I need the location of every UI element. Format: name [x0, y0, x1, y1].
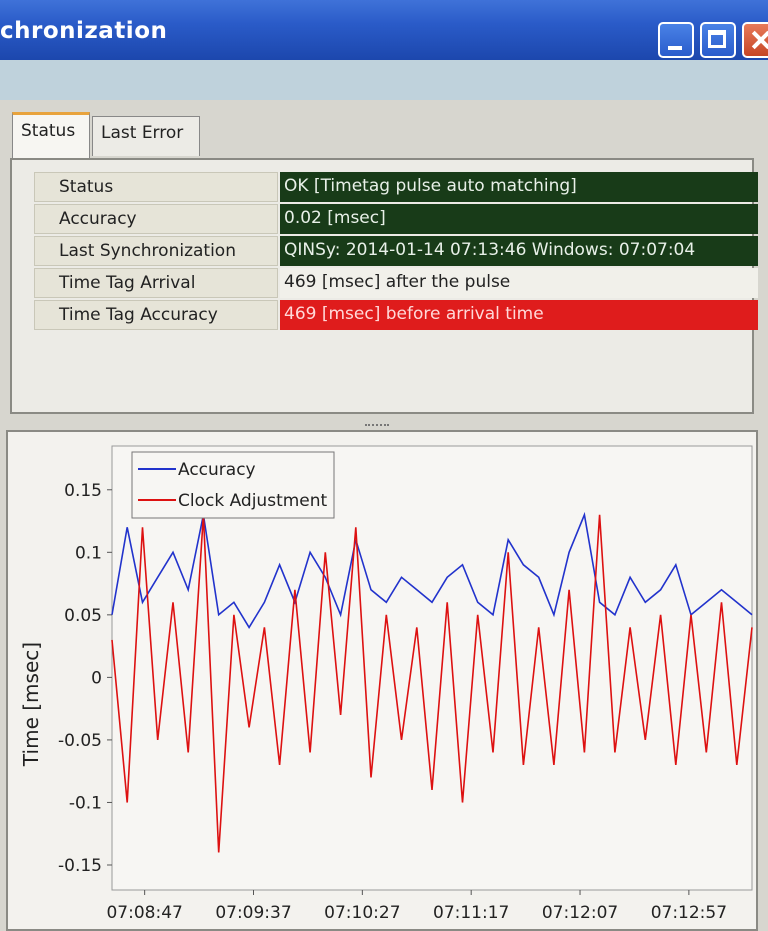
minimize-button[interactable] — [658, 22, 694, 58]
status-row-label: Time Tag Arrival — [34, 268, 278, 298]
status-row-label: Time Tag Accuracy — [34, 300, 278, 330]
status-row: Time Tag Arrival 469 [msec] after the pu… — [34, 268, 758, 298]
status-panel: Status OK [Timetag pulse auto matching] … — [10, 158, 758, 414]
status-row: Status OK [Timetag pulse auto matching] — [34, 172, 758, 202]
status-row: Last Synchronization QINSy: 2014-01-14 0… — [34, 236, 758, 266]
status-row-value: 469 [msec] after the pulse — [280, 268, 758, 298]
close-button[interactable] — [742, 22, 768, 58]
status-row-value: 469 [msec] before arrival time — [280, 300, 758, 330]
chart-legend: Accuracy Clock Adjustment — [131, 451, 335, 519]
tab-status[interactable]: Status — [12, 112, 90, 158]
window-titlebar: chronization — [0, 0, 768, 60]
y-tick-label: -0.1 — [69, 793, 102, 813]
maximize-button[interactable] — [700, 22, 736, 58]
status-row-value: OK [Timetag pulse auto matching] — [280, 172, 758, 202]
status-row: Accuracy 0.02 [msec] — [34, 204, 758, 234]
status-row-label: Accuracy — [34, 204, 278, 234]
maximize-icon — [708, 30, 726, 48]
status-row-value: 0.02 [msec] — [280, 204, 758, 234]
y-tick-label: 0.05 — [64, 606, 102, 626]
x-tick-label: 07:08:47 — [106, 903, 182, 923]
y-tick-label: -0.05 — [58, 731, 102, 751]
chart-panel: 0.15 0.1 0.05 0 -0.05 -0.1 -0.15 07:08:47 07:09… — [6, 430, 758, 931]
y-tick-label: 0.15 — [64, 481, 102, 501]
window-title: chronization — [0, 18, 168, 44]
y-tick-label: -0.15 — [58, 856, 102, 876]
x-tick-label: 07:11:17 — [433, 903, 509, 923]
x-tick-label: 07:10:27 — [324, 903, 400, 923]
x-tick-label: 07:12:57 — [651, 903, 727, 923]
window-frame-band — [0, 60, 768, 100]
minimize-icon — [668, 46, 682, 50]
y-tick-label: 0 — [91, 668, 102, 688]
y-tick-label: 0.1 — [75, 543, 102, 563]
legend-label-clock-adjustment: Clock Adjustment — [178, 491, 328, 511]
tab-last-error[interactable]: Last Error — [92, 116, 200, 156]
x-tick-label: 07:09:37 — [215, 903, 291, 923]
sync-chart: 0.15 0.1 0.05 0 -0.05 -0.1 -0.15 07:08:47 07:09… — [19, 445, 753, 923]
legend-label-accuracy: Accuracy — [178, 460, 256, 480]
status-row-label: Status — [34, 172, 278, 202]
status-row-value: QINSy: 2014-01-14 07:13:46 Windows: 07:0… — [280, 236, 758, 266]
status-row-label: Last Synchronization — [34, 236, 278, 266]
y-axis-label: Time [msec] — [19, 642, 43, 767]
status-row: Time Tag Accuracy 469 [msec] before arri… — [34, 300, 758, 330]
x-tick-label: 07:12:07 — [542, 903, 618, 923]
